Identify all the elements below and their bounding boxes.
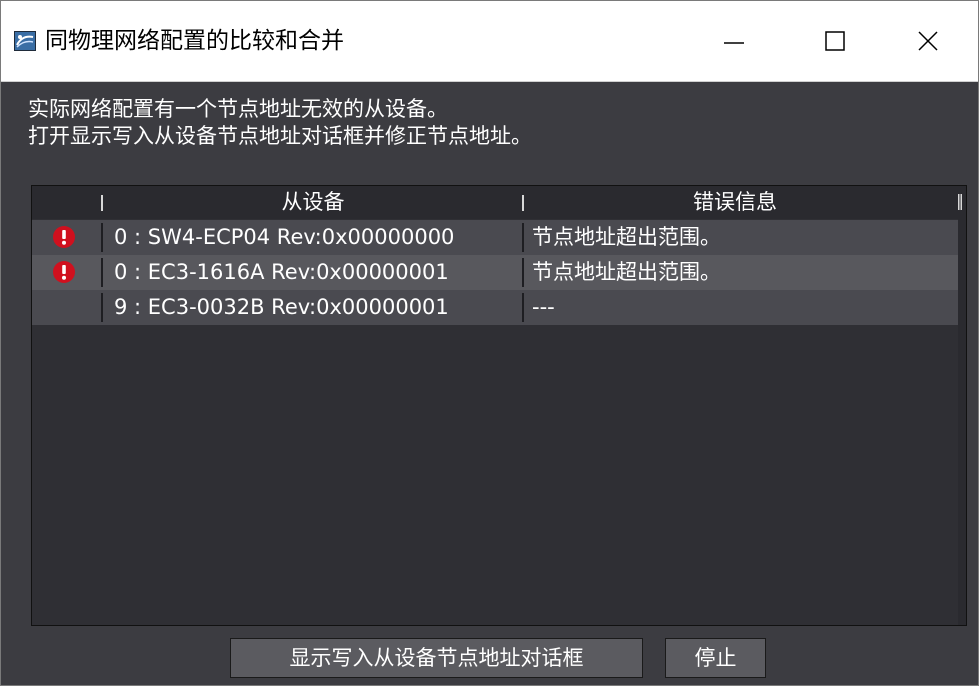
close-button[interactable] [878, 1, 978, 81]
info-message-line-2: 打开显示写入从设备节点地址对话框并修正节点地址。 [28, 124, 532, 148]
title-bar[interactable]: 同物理网络配置的比较和合并 [1, 1, 978, 82]
table-row[interactable]: 9 : EC3-0032B Rev:0x00000001 --- [32, 290, 958, 325]
compare-merge-dialog: 同物理网络配置的比较和合并 实际网络配置有一个节点地址无效的从设备。 打开显示写… [0, 0, 979, 686]
stop-button[interactable]: 停止 [665, 638, 766, 678]
close-icon [918, 31, 938, 51]
column-resize-handle[interactable] [101, 195, 103, 211]
column-header-device[interactable]: 从设备 [104, 186, 522, 219]
grid-scrollbar[interactable] [958, 219, 966, 625]
minimize-icon [724, 42, 744, 44]
error-message-cell: 节点地址超出范围。 [532, 260, 721, 284]
column-options-handle[interactable] [958, 192, 962, 212]
error-message-cell: 节点地址超出范围。 [532, 225, 721, 249]
maximize-icon [825, 31, 845, 51]
cell-divider [101, 293, 103, 322]
device-cell: 0 : EC3-1616A Rev:0x00000001 [114, 260, 449, 284]
device-cell: 9 : EC3-0032B Rev:0x00000001 [114, 295, 449, 319]
network-app-icon [14, 31, 36, 51]
column-header-error[interactable]: 错误信息 [525, 186, 945, 219]
error-message-cell: --- [532, 295, 555, 319]
cell-divider [101, 223, 103, 252]
slave-device-grid[interactable]: 从设备 错误信息 0 : SW4-ECP04 Rev:0x00000000 节点… [31, 185, 967, 626]
show-write-node-address-dialog-button[interactable]: 显示写入从设备节点地址对话框 [230, 638, 643, 678]
grid-header: 从设备 错误信息 [32, 186, 966, 219]
device-cell: 0 : SW4-ECP04 Rev:0x00000000 [114, 225, 455, 249]
table-row[interactable]: 0 : SW4-ECP04 Rev:0x00000000 节点地址超出范围。 [32, 220, 958, 255]
error-icon [53, 226, 75, 248]
column-resize-handle[interactable] [522, 195, 524, 211]
cell-divider [522, 258, 524, 287]
cell-divider [522, 223, 524, 252]
cell-divider [101, 258, 103, 287]
dialog-content: 实际网络配置有一个节点地址无效的从设备。 打开显示写入从设备节点地址对话框并修正… [1, 82, 978, 685]
info-message-line-1: 实际网络配置有一个节点地址无效的从设备。 [28, 97, 448, 121]
minimize-button[interactable] [684, 1, 784, 81]
table-row[interactable]: 0 : EC3-1616A Rev:0x00000001 节点地址超出范围。 [32, 255, 958, 290]
error-icon [53, 261, 75, 283]
cell-divider [522, 293, 524, 322]
window-title: 同物理网络配置的比较和合并 [45, 28, 344, 54]
maximize-button[interactable] [785, 1, 885, 81]
